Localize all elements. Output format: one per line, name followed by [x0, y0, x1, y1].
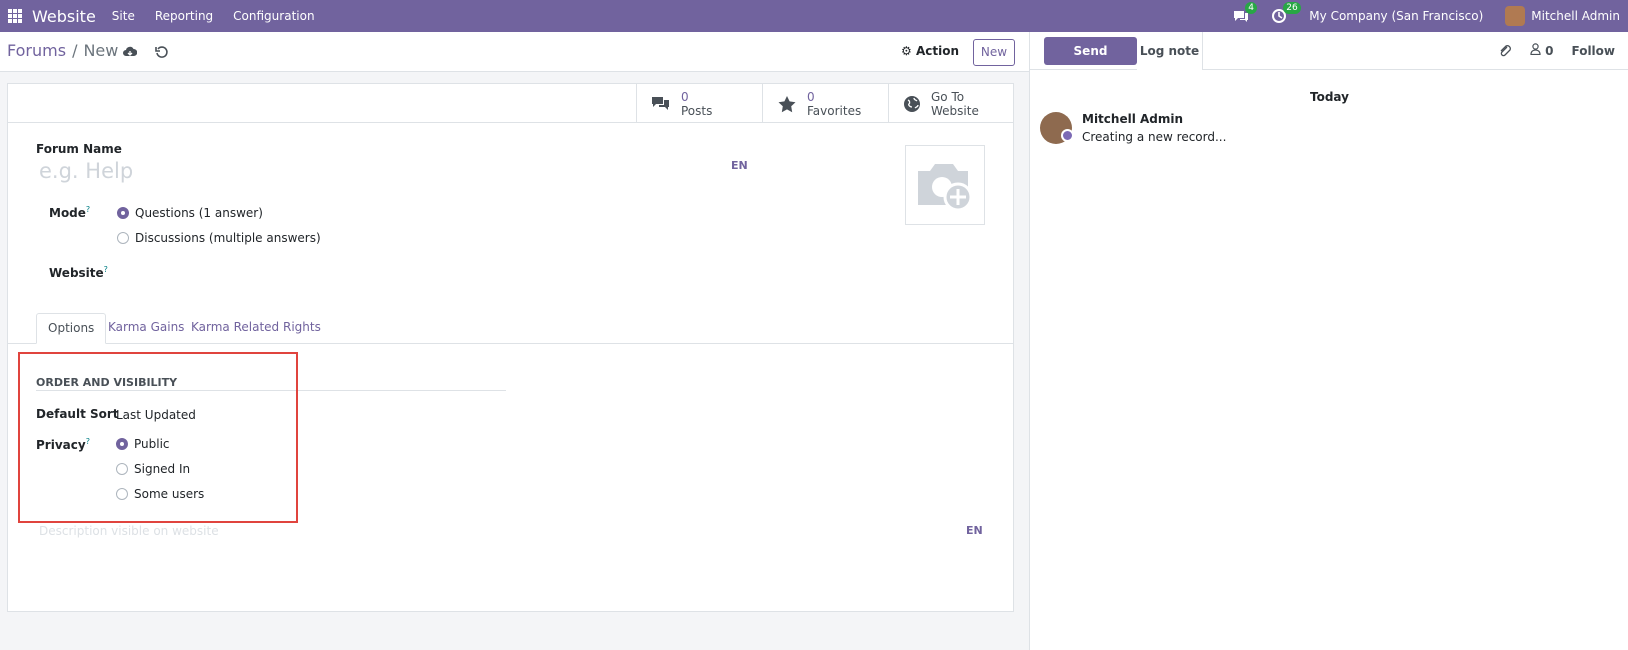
messages-icon[interactable]: 4 — [1233, 2, 1258, 24]
activity-clock-icon[interactable]: 26 — [1271, 2, 1301, 24]
radio-unchecked-icon[interactable] — [116, 488, 128, 500]
breadcrumb: Forums / New — [7, 41, 118, 60]
favorites-stat-button[interactable]: 0 Favorites — [762, 84, 888, 123]
description-lang-button[interactable]: EN — [966, 524, 983, 537]
message-body: Creating a new record... — [1082, 130, 1227, 144]
posts-label: Posts — [681, 103, 713, 118]
mode-option-discussions[interactable]: Discussions (multiple answers) — [117, 231, 321, 245]
paperclip-icon[interactable] — [1498, 44, 1512, 58]
chatter-message: Mitchell Admin Creating a new record... — [1040, 112, 1226, 144]
user-menu[interactable]: Mitchell Admin — [1505, 6, 1620, 26]
forum-name-label: Forum Name — [36, 142, 122, 156]
section-title: ORDER AND VISIBILITY — [36, 376, 178, 389]
activities-badge: 26 — [1283, 2, 1301, 14]
discard-undo-icon[interactable] — [155, 45, 169, 59]
followers-count: 0 — [1545, 44, 1554, 58]
menu-reporting[interactable]: Reporting — [155, 9, 213, 23]
privacy-option-public[interactable]: Public — [116, 437, 170, 451]
action-button[interactable]: ⚙ Action — [901, 44, 959, 58]
go-to-label: Go To — [931, 89, 965, 104]
menu-configuration[interactable]: Configuration — [233, 9, 314, 23]
privacy-option-label: Public — [134, 437, 170, 451]
website-label: Website — [931, 103, 979, 118]
user-avatar — [1505, 6, 1526, 26]
globe-icon — [904, 95, 920, 112]
privacy-option-some-users[interactable]: Some users — [116, 487, 204, 501]
tab-options[interactable]: Options — [36, 313, 107, 344]
chatter-panel: Send message Log note 0 Follow Today Mit… — [1029, 32, 1628, 650]
messages-badge: 4 — [1245, 2, 1258, 14]
breadcrumb-separator: / — [72, 41, 78, 60]
menu-site[interactable]: Site — [112, 9, 135, 23]
form-sheet: 0 Posts 0 Favorites Go To Website Forum Nam… — [7, 83, 1014, 612]
tab-karma-related-rights[interactable]: Karma Related Rights — [180, 313, 332, 344]
favorites-label: Favorites — [807, 103, 862, 118]
privacy-option-label: Signed In — [134, 462, 191, 476]
website-field-label: Website? — [49, 265, 108, 280]
smart-buttons: 0 Posts 0 Favorites Go To Website — [8, 84, 1013, 123]
control-panel: Forums / New ⚙ Action New — [0, 32, 1029, 72]
website-label: Website — [49, 266, 104, 280]
radio-unchecked-icon[interactable] — [117, 232, 129, 244]
comments-icon — [652, 96, 669, 110]
forum-name-lang-button[interactable]: EN — [731, 159, 748, 172]
breadcrumb-forums[interactable]: Forums — [7, 41, 66, 60]
privacy-field-label: Privacy? — [36, 437, 90, 452]
log-note-button[interactable]: Log note — [1137, 32, 1203, 70]
user-icon — [1530, 43, 1541, 56]
apps-grid-icon[interactable] — [8, 9, 22, 23]
company-switcher[interactable]: My Company (San Francisco) — [1309, 9, 1483, 23]
description-editor[interactable]: Description visible on website — [39, 524, 219, 538]
message-author[interactable]: Mitchell Admin — [1082, 112, 1226, 126]
radio-checked-icon[interactable] — [117, 207, 129, 219]
action-label: Action — [915, 44, 959, 58]
mode-option-label: Discussions (multiple answers) — [135, 231, 321, 245]
radio-checked-icon[interactable] — [116, 438, 128, 450]
privacy-option-signed-in[interactable]: Signed In — [116, 462, 190, 476]
app-name[interactable]: Website — [32, 7, 96, 26]
star-icon — [778, 95, 796, 112]
default-sort-label: Default Sort — [36, 407, 119, 421]
mode-label: Mode — [49, 206, 86, 220]
mode-help-icon[interactable]: ? — [86, 205, 90, 214]
posts-count: 0 — [681, 89, 689, 104]
notebook-tabs: Options Karma Gains Karma Related Rights — [8, 313, 1013, 344]
privacy-help-icon[interactable]: ? — [86, 437, 90, 446]
forum-name-input[interactable]: e.g. Help — [39, 159, 133, 183]
camera-add-icon — [918, 164, 973, 211]
top-navbar: Website Site Reporting Configuration 4 2… — [0, 0, 1628, 32]
send-message-button[interactable]: Send message — [1044, 37, 1137, 86]
default-sort-select[interactable]: Last Updated — [116, 408, 196, 422]
user-name: Mitchell Admin — [1531, 9, 1620, 23]
mode-option-questions[interactable]: Questions (1 answer) — [117, 206, 263, 220]
go-to-website-button[interactable]: Go To Website — [888, 84, 1014, 123]
avatar[interactable] — [1040, 112, 1074, 144]
section-divider — [36, 390, 506, 391]
mode-field-label: Mode? — [49, 205, 90, 220]
save-cloud-icon[interactable] — [123, 45, 137, 59]
mode-option-label: Questions (1 answer) — [135, 206, 263, 220]
chatter-topbar: Send message Log note 0 Follow — [1030, 32, 1628, 86]
privacy-option-label: Some users — [134, 487, 205, 501]
privacy-label: Privacy — [36, 438, 86, 452]
posts-stat-button[interactable]: 0 Posts — [636, 84, 762, 123]
favorites-count: 0 — [807, 89, 815, 104]
gear-icon: ⚙ — [901, 44, 912, 58]
new-button[interactable]: New — [973, 39, 1015, 66]
breadcrumb-current: New — [83, 41, 119, 60]
website-help-icon[interactable]: ? — [104, 265, 108, 274]
radio-unchecked-icon[interactable] — [116, 463, 128, 475]
date-separator: Today — [1310, 90, 1349, 104]
follow-button[interactable]: Follow — [1571, 44, 1615, 58]
followers-button[interactable]: 0 — [1530, 43, 1553, 58]
forum-image-upload[interactable] — [905, 145, 985, 225]
